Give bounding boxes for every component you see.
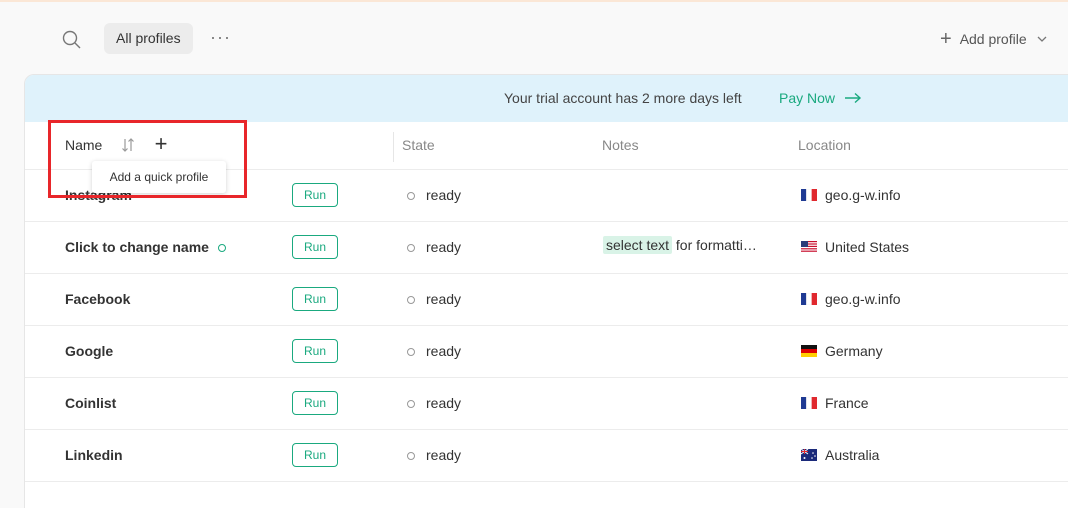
annotation-highlight-box — [48, 120, 247, 198]
flag-france-icon — [801, 293, 817, 305]
profile-name[interactable]: Coinlist — [65, 395, 116, 411]
run-button[interactable]: Run — [292, 391, 338, 415]
more-options-icon[interactable]: ··· — [210, 28, 234, 50]
notes-highlight: select text — [603, 236, 673, 254]
pay-now-label: Pay Now — [779, 90, 836, 106]
location-text: geo.g-w.info — [825, 291, 901, 307]
state-indicator-icon — [407, 192, 415, 200]
status-dot-icon — [217, 244, 226, 253]
column-header-state[interactable]: State — [402, 137, 435, 153]
column-header-notes[interactable]: Notes — [602, 137, 639, 153]
state-indicator-icon — [407, 348, 415, 356]
location-text: Germany — [825, 343, 883, 359]
flag-australia-icon — [801, 449, 817, 461]
table-row[interactable]: Facebook Run ready geo.g-w.info — [25, 274, 1068, 326]
flag-france-icon — [801, 189, 817, 201]
state-indicator-icon — [407, 400, 415, 408]
arrow-right-icon — [845, 92, 862, 104]
run-button[interactable]: Run — [292, 235, 338, 259]
table-row[interactable]: Coinlist Run ready France — [25, 378, 1068, 430]
state-text: ready — [426, 343, 462, 359]
state-text: ready — [426, 447, 462, 463]
search-icon[interactable] — [60, 28, 84, 52]
flag-france-icon — [801, 397, 817, 409]
profile-name[interactable]: Google — [65, 343, 113, 359]
notes-cell[interactable]: select text for formatti… — [603, 236, 757, 254]
state-indicator-icon — [407, 452, 415, 460]
state-indicator-icon — [407, 244, 415, 252]
flag-united-states-icon — [801, 241, 817, 253]
chevron-down-icon[interactable] — [1035, 32, 1049, 46]
table-row[interactable]: Linkedin Run ready Australia — [25, 430, 1068, 482]
state-text: ready — [426, 291, 462, 307]
plus-icon: + — [940, 28, 952, 50]
column-divider[interactable] — [393, 132, 394, 162]
state-text: ready — [426, 187, 462, 203]
profile-name-text[interactable]: Click to change name — [65, 239, 209, 255]
filter-all-profiles[interactable]: All profiles — [104, 23, 193, 54]
location-text: France — [825, 395, 869, 411]
table-row[interactable]: Click to change name Run ready select te… — [25, 222, 1068, 274]
pay-now-link[interactable]: Pay Now — [779, 90, 862, 106]
profile-name[interactable]: Linkedin — [65, 447, 123, 463]
notes-text: for formatti… — [672, 237, 757, 253]
run-button[interactable]: Run — [292, 339, 338, 363]
table-row[interactable]: Google Run ready Germany — [25, 326, 1068, 378]
trial-banner: Your trial account has 2 more days left … — [25, 75, 1068, 122]
run-button[interactable]: Run — [292, 183, 338, 207]
state-text: ready — [426, 239, 462, 255]
location-text: geo.g-w.info — [825, 187, 901, 203]
flag-germany-icon — [801, 345, 817, 357]
trial-message: Your trial account has 2 more days left — [504, 90, 742, 106]
state-text: ready — [426, 395, 462, 411]
add-profile-label: Add profile — [959, 31, 1027, 47]
run-button[interactable]: Run — [292, 443, 338, 467]
location-text: United States — [825, 239, 910, 255]
toolbar: All profiles ··· + Add profile — [0, 0, 1068, 76]
run-button[interactable]: Run — [292, 287, 338, 311]
profile-name[interactable]: Click to change name — [65, 239, 226, 255]
column-header-location[interactable]: Location — [798, 137, 851, 153]
add-profile-button[interactable]: + Add profile — [940, 27, 1049, 51]
state-indicator-icon — [407, 296, 415, 304]
location-text: Australia — [825, 447, 880, 463]
profile-name[interactable]: Facebook — [65, 291, 130, 307]
